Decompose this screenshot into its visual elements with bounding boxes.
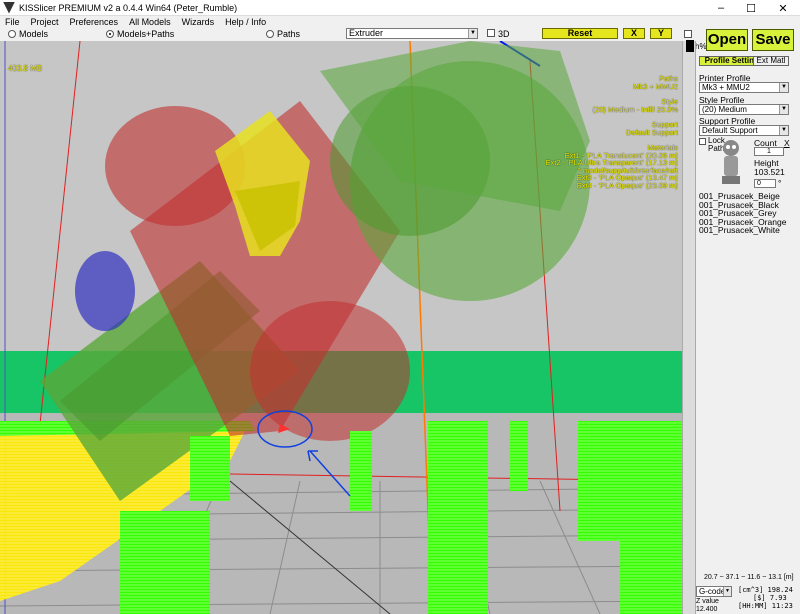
chevron-down-icon: ▼ (779, 105, 788, 114)
menu-all-models[interactable]: All Models (124, 16, 177, 28)
3d-viewport[interactable]: 403.8 MB Paths Mk3 + MMU2 Style (20) Med… (0, 41, 682, 614)
count-stepper[interactable]: 1 (754, 147, 784, 156)
radio-models-label: Models (19, 29, 49, 39)
stats-bar: 20.7 ~ 37.1 ~ 11.6 ~ 13.1 [m] G-code ▼ Z… (696, 574, 800, 614)
path-percent-slider[interactable] (682, 41, 696, 614)
degree-label: ° (778, 178, 782, 188)
support-profile-value: Default Support (702, 126, 758, 135)
gcode-select[interactable]: G-code ▼ (696, 586, 732, 597)
printer-profile-select[interactable]: Mk3 + MMU2 ▼ (699, 82, 789, 93)
list-item[interactable]: 001_Prusacek_White (699, 226, 786, 235)
menu-wizards[interactable]: Wizards (177, 16, 221, 28)
maximize-icon[interactable]: ☐ (736, 0, 766, 16)
overlay-printer: Mk3 + MMU2 (633, 81, 678, 91)
radio-dot-selected (106, 30, 114, 38)
path-pct-checkbox[interactable] (684, 30, 692, 38)
menu-preferences[interactable]: Preferences (65, 16, 125, 28)
save-button[interactable]: Save (752, 29, 794, 51)
close-icon[interactable]: ✕ (768, 0, 798, 16)
cm3-value: 198.24 (767, 586, 793, 594)
memory-usage: 403.8 MB (8, 64, 43, 73)
settings-panel: Profile Settings Ext Matl Printer Profil… (696, 54, 800, 614)
menu-help-info[interactable]: Help / Info (220, 16, 272, 28)
cost-label: [$] (753, 594, 766, 602)
height-value: 103.521 (754, 167, 785, 177)
app-icon (3, 1, 15, 14)
radio-models[interactable]: Models (8, 29, 48, 39)
gcode-value: G-code (699, 587, 726, 596)
rotation-input[interactable]: 0 (754, 179, 776, 188)
zvalue: 12.400 (696, 606, 718, 613)
overlay-support: Default Support (625, 127, 678, 137)
lock-checkbox[interactable] (699, 138, 706, 145)
minimize-icon[interactable]: – (706, 0, 736, 16)
menu-project[interactable]: Project (26, 16, 65, 28)
view-toolbar: Models Models+Paths Paths Extruder ▼ 3D … (0, 28, 696, 40)
x-button[interactable]: X (623, 28, 645, 39)
rotation-value: 0 (757, 180, 761, 187)
radio-paths-label: Paths (277, 29, 301, 39)
color-mode-value: Extruder (349, 28, 384, 38)
window-title: KISSlicer PREMIUM v2 a 0.4.4 Win64 (Pete… (19, 2, 238, 13)
model-thumbnail-icon (722, 140, 740, 184)
time-value: 11:23 (771, 602, 793, 610)
overlay-style: (20) Medium - Infill 20.0% (592, 104, 678, 114)
radio-models-paths[interactable]: Models+Paths (106, 29, 174, 39)
support-profile-select[interactable]: Default Support ▼ (699, 125, 789, 136)
overlay-info: Paths Mk3 + MMU2 Style (20) Medium - Inf… (545, 75, 678, 189)
style-profile-select[interactable]: (20) Medium ▼ (699, 104, 789, 115)
chevron-down-icon: ▼ (723, 587, 731, 596)
radio-dot (8, 30, 16, 38)
print-stats: [cm^3] 198.24 [$] 7.93 [HH:MM] 11:23 (738, 586, 793, 610)
chevron-down-icon: ▼ (779, 83, 788, 92)
time-label: [HH:MM] (738, 602, 768, 610)
title-bar: KISSlicer PREMIUM v2 a 0.4.4 Win64 (Pete… (0, 0, 800, 16)
radio-paths[interactable]: Paths (266, 29, 300, 39)
threed-label: 3D (498, 29, 510, 39)
menu-bar: File Project Preferences All Models Wiza… (0, 16, 800, 28)
overlay-ext4: Ext4 - 'PLA Opaque' (23.09 m) (576, 180, 678, 190)
chevron-down-icon: ▼ (779, 126, 788, 135)
count-value: 1 (767, 148, 771, 155)
zvalue-label: Z value (696, 598, 719, 605)
cm3-label: [cm^3] (738, 586, 764, 594)
tab-ext-matl[interactable]: Ext Matl (753, 56, 789, 66)
chevron-down-icon: ▼ (468, 29, 477, 38)
open-button[interactable]: Open (706, 29, 748, 51)
y-button[interactable]: Y (650, 28, 672, 39)
threed-checkbox[interactable] (487, 29, 495, 37)
model-list: 001_Prusacek_Beige 001_Prusacek_Black 00… (699, 192, 786, 235)
cost-value: 7.93 (769, 594, 787, 602)
radio-models-paths-label: Models+Paths (117, 29, 175, 39)
menu-file[interactable]: File (0, 16, 26, 28)
range-text: 20.7 ~ 37.1 ~ 11.6 ~ 13.1 [m] (704, 574, 794, 581)
x-label[interactable]: X (784, 138, 790, 148)
style-profile-value: (20) Medium (702, 105, 747, 114)
reset-button[interactable]: Reset (542, 28, 618, 39)
slider-thumb[interactable] (686, 40, 694, 52)
printer-profile-value: Mk3 + MMU2 (702, 83, 750, 92)
color-mode-select[interactable]: Extruder ▼ (346, 28, 478, 39)
radio-dot (266, 30, 274, 38)
